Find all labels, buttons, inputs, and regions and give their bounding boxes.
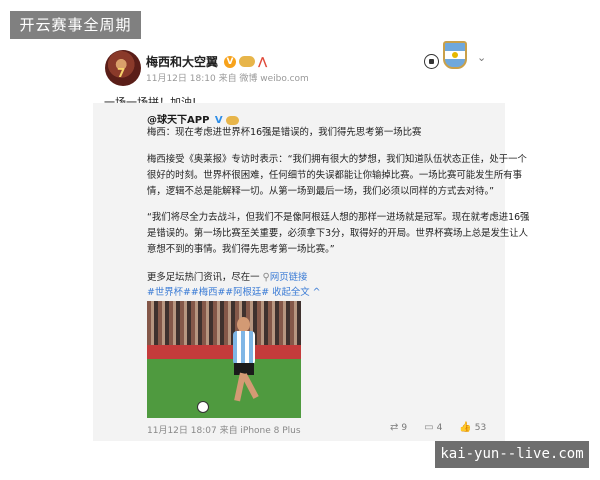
repost-source[interactable]: @球天下APP V: [147, 111, 240, 126]
repost-lead: 梅西：现在考虑进世界杯16强是错误的，我们得先思考第一场比赛: [147, 127, 422, 138]
like-icon: 👍: [459, 422, 472, 433]
author-name[interactable]: 梅西和大空翼: [146, 53, 218, 70]
repost-para1-line1: 梅西接受《奥莱报》专访时表示：“我们拥有很大的梦想，我们知道队伍状态正佳，处于一…: [147, 154, 527, 165]
verified-badge-icon: V: [224, 55, 237, 68]
photo-pitch: [147, 359, 301, 418]
post-header-actions: ⌄: [424, 41, 486, 69]
comment-icon: ▭: [424, 422, 434, 433]
team-badge-icon: [443, 41, 467, 69]
watermark-top: 开云赛事全周期: [10, 11, 141, 39]
post-meta: 11月12日 18:10 来自 微博 weibo.com: [146, 74, 309, 84]
chevron-down-icon[interactable]: ⌄: [477, 51, 486, 64]
repost-para1-line3: 情，逻辑不总是能解释一切。从第一场到最后一场，我们必须以同样的方式去对待。”: [147, 186, 495, 197]
vip-badge-icon: [226, 115, 240, 125]
repost-icon: ⇄: [390, 422, 399, 433]
photo-crowd: [147, 301, 301, 345]
avatar[interactable]: 7: [105, 50, 141, 86]
repost-photo[interactable]: [147, 301, 301, 418]
comment-button[interactable]: ▭ 4: [424, 422, 442, 433]
vip-badge-icon: [239, 56, 256, 67]
photo-ball: [197, 401, 209, 413]
link-icon: ⚲: [262, 272, 270, 283]
comment-count: 4: [436, 422, 443, 433]
repost-para1-line2: 很好的时刻。世界杯很困难，任何细节的失误都能让你输掉比赛。一场比赛可能发生所有事: [147, 170, 523, 181]
web-link[interactable]: ⚲网页链接: [262, 272, 307, 283]
avatar-number: 7: [117, 66, 126, 80]
repost-para2-line1: “我们将尽全力去战斗，但我们不是像阿根廷人想的那样一进场就是冠军。现在就考虑进1…: [147, 212, 530, 223]
repost-para2-line3: 意想不到的事情。我们得先思考第一场比赛。”: [147, 244, 335, 255]
hashtags[interactable]: #世界杯##梅西##阿根廷# 收起全文 ^: [147, 284, 320, 298]
more-news-text: 更多足坛热门资讯，尽在一: [147, 272, 263, 283]
web-link-label[interactable]: 网页链接: [270, 272, 308, 283]
repost-time: 11月12日 18:07 来自 iPhone 8 Plus: [147, 426, 301, 436]
photo-player-head: [237, 317, 250, 332]
repost-button[interactable]: ⇄ 9: [390, 422, 407, 433]
repost-count: 9: [401, 422, 408, 433]
soccer-ball-icon: [424, 53, 439, 69]
photo-player-jersey: [233, 331, 255, 365]
repost-card[interactable]: @球天下APP V 梅西：现在考虑进世界杯16强是错误的，我们得先思考第一场比赛…: [93, 103, 529, 441]
like-button[interactable]: 👍 53: [459, 422, 486, 433]
repost-para2-line2: 是错误的。第一场比赛至关重要，必须拿下3分，取得好的开局。世界杯赛场上总是发生让…: [147, 228, 528, 239]
post-author[interactable]: 梅西和大空翼 V ⋀: [146, 53, 267, 70]
photo-ad-board: [147, 345, 301, 359]
repost-actions: ⇄ 9 ▭ 4 👍 53: [390, 422, 486, 433]
more-news-line: 更多足坛热门资讯，尽在一 ⚲网页链接: [147, 269, 307, 283]
level-badge-icon: ⋀: [258, 55, 268, 68]
watermark-bottom: kai-yun--live.com: [435, 441, 589, 468]
like-count: 53: [474, 422, 487, 433]
